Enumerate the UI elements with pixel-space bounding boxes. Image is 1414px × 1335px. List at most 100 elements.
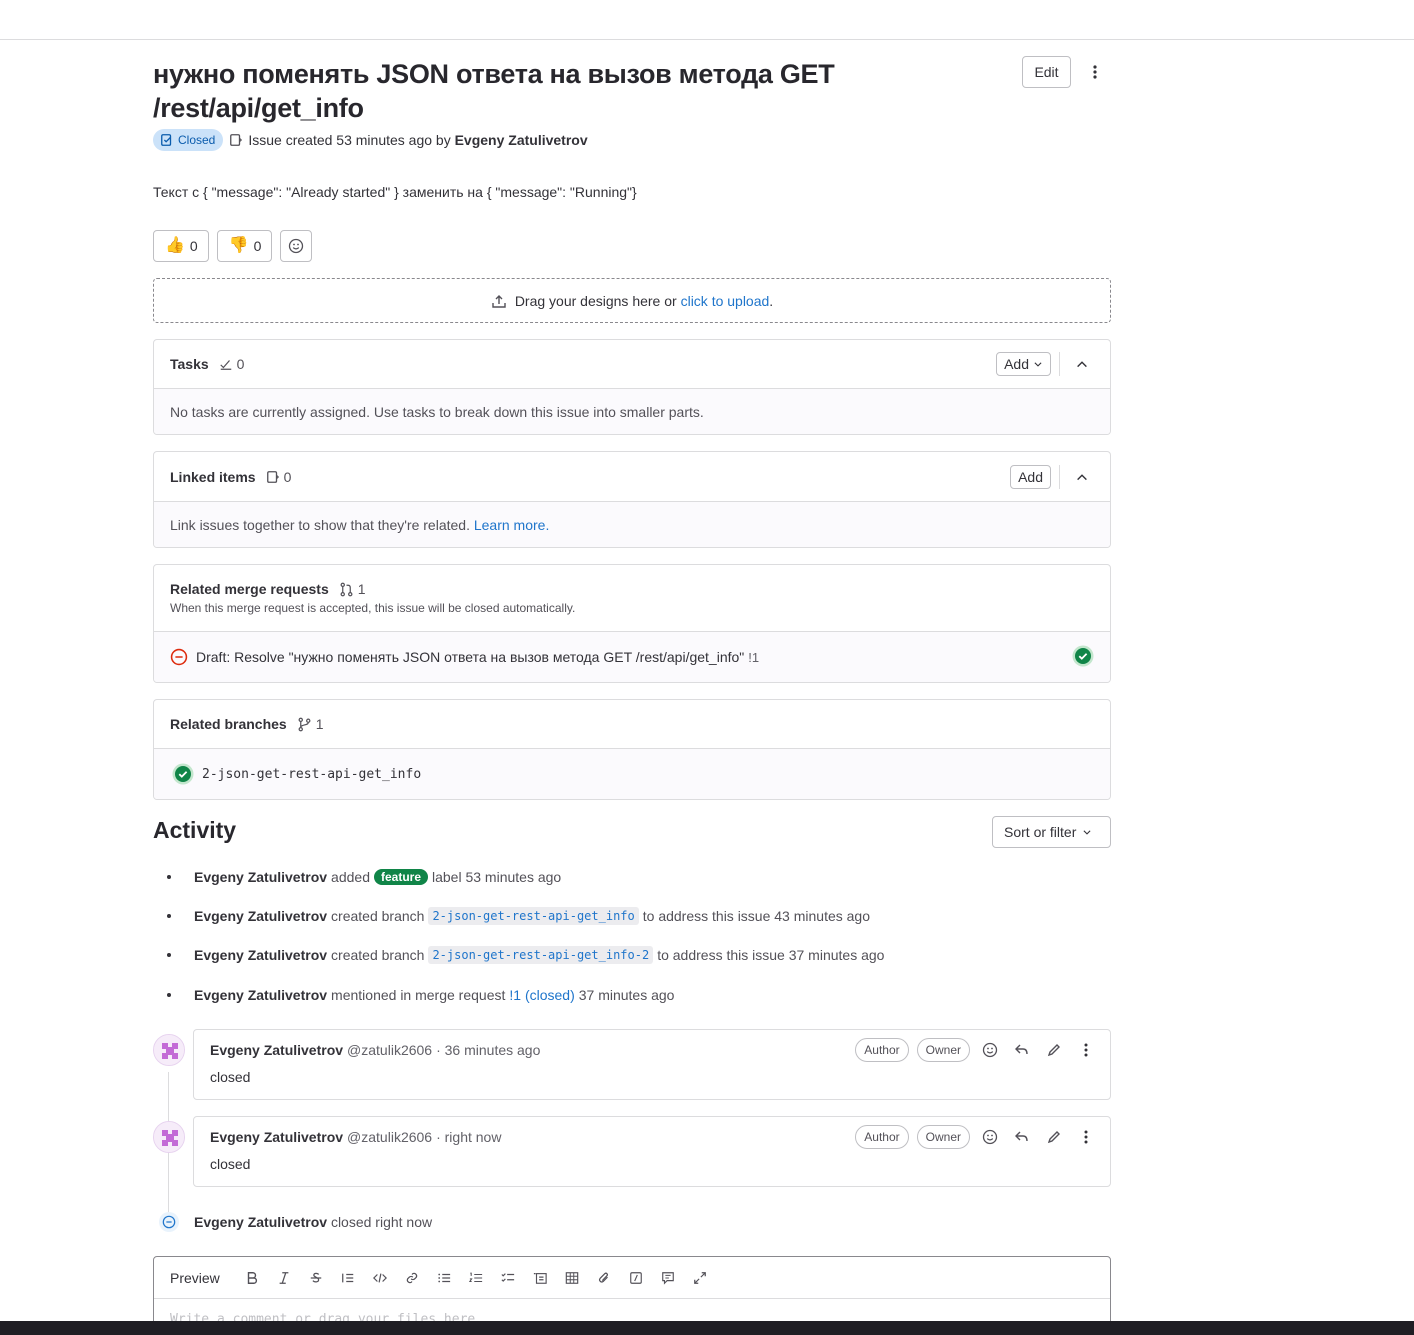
- quick-action-icon[interactable]: [620, 1262, 652, 1294]
- linked-add-button[interactable]: Add: [1010, 464, 1051, 489]
- related-mr-item[interactable]: Draft: Resolve "нужно поменять JSON отве…: [154, 632, 1110, 682]
- add-reaction-icon[interactable]: [978, 1038, 1002, 1062]
- bullet-list-icon[interactable]: [428, 1262, 460, 1294]
- avatar[interactable]: [153, 1121, 185, 1153]
- bold-icon[interactable]: [236, 1262, 268, 1294]
- thumbs-down-count: 0: [253, 238, 262, 254]
- feature-label[interactable]: feature: [373, 869, 428, 885]
- comment-note: Evgeny Zatulivetrov @zatulik2606 · 36 mi…: [193, 1029, 1111, 1100]
- tasks-collapse-button[interactable]: [1070, 352, 1094, 376]
- linked-items-header: Linked items 0 Add: [154, 452, 1110, 502]
- learn-more-link[interactable]: Learn more.: [474, 517, 549, 533]
- activity-title: Activity: [153, 817, 237, 843]
- numbered-list-icon[interactable]: [460, 1262, 492, 1294]
- note-handle[interactable]: @zatulik2606: [347, 1129, 432, 1145]
- thumbs-down-button[interactable]: 👎 0: [216, 230, 273, 262]
- task-done-icon: [219, 360, 231, 370]
- issue-title: нужно поменять JSON ответа на вызов мето…: [153, 59, 835, 123]
- mr-closed-icon: [170, 648, 188, 666]
- system-note-author[interactable]: Evgeny Zatulivetrov: [194, 947, 327, 963]
- system-note-author[interactable]: Evgeny Zatulivetrov: [194, 987, 327, 1003]
- thumbs-up-count: 0: [189, 238, 198, 254]
- related-branch-item[interactable]: 2-json-get-rest-api-get_info: [154, 749, 1110, 799]
- design-upload-dropzone[interactable]: Drag your designs here or click to uploa…: [153, 278, 1111, 323]
- preview-tab[interactable]: Preview: [162, 1270, 228, 1286]
- note-actions: Author Owner: [855, 1125, 1098, 1149]
- avatar[interactable]: [153, 1034, 185, 1066]
- system-note-author[interactable]: Evgeny Zatulivetrov: [194, 908, 327, 924]
- linked-items-card: Linked items 0 Add Link issues together …: [153, 451, 1111, 548]
- collapsible-section-icon[interactable]: [524, 1262, 556, 1294]
- edit-pencil-icon[interactable]: [1042, 1125, 1066, 1149]
- branch-name[interactable]: 2-json-get-rest-api-get_info: [202, 767, 421, 782]
- note-header: Evgeny Zatulivetrov @zatulik2606 · right…: [210, 1129, 501, 1145]
- comment-template-icon[interactable]: [652, 1262, 684, 1294]
- system-note-author[interactable]: Evgeny Zatulivetrov: [194, 869, 327, 885]
- tasks-add-button[interactable]: Add: [996, 352, 1051, 376]
- note-body: closed: [210, 1069, 251, 1085]
- related-branches-header: Related branches 1: [154, 700, 1110, 749]
- pipeline-success-icon[interactable]: [1072, 645, 1094, 670]
- more-actions-icon[interactable]: [1079, 56, 1111, 88]
- merge-request-link[interactable]: !1 (closed): [509, 987, 574, 1003]
- fullscreen-icon[interactable]: [684, 1262, 716, 1294]
- linked-items-count: 0: [266, 469, 291, 485]
- linked-items-help: Link issues together to show that they'r…: [154, 502, 1110, 547]
- italic-icon[interactable]: [268, 1262, 300, 1294]
- related-mrs-subtitle: When this merge request is accepted, thi…: [170, 601, 576, 615]
- sort-or-filter-dropdown[interactable]: Sort or filter: [992, 816, 1111, 848]
- chevron-up-icon: [1077, 473, 1087, 480]
- status-label: Closed: [178, 133, 216, 147]
- tasks-card-header: Tasks 0 Add: [154, 340, 1110, 389]
- quote-icon[interactable]: [332, 1262, 364, 1294]
- table-icon[interactable]: [556, 1262, 588, 1294]
- reply-icon[interactable]: [1010, 1038, 1034, 1062]
- edit-button[interactable]: Edit: [1022, 56, 1071, 88]
- more-actions-icon[interactable]: [1074, 1038, 1098, 1062]
- related-mr-title[interactable]: Draft: Resolve "нужно поменять JSON отве…: [196, 649, 744, 665]
- tasks-card: Tasks 0 Add No tasks are currently assig…: [153, 339, 1111, 435]
- tasks-empty-text: No tasks are currently assigned. Use tas…: [154, 389, 1110, 434]
- note-body: closed: [210, 1156, 251, 1172]
- branch-link[interactable]: 2-json-get-rest-api-get_info-2: [428, 946, 654, 964]
- link-icon[interactable]: [396, 1262, 428, 1294]
- tasks-count: 0: [219, 356, 244, 372]
- thumbs-up-button[interactable]: 👍 0: [153, 230, 209, 262]
- add-reaction-icon[interactable]: [978, 1125, 1002, 1149]
- comment-note: Evgeny Zatulivetrov @zatulik2606 · right…: [193, 1116, 1111, 1187]
- branch-link[interactable]: 2-json-get-rest-api-get_info: [428, 907, 639, 925]
- smiley-icon: [289, 238, 304, 254]
- related-mrs-count: 1: [339, 581, 366, 597]
- more-actions-icon[interactable]: [1074, 1125, 1098, 1149]
- thumbs-up-icon: 👍: [165, 237, 185, 254]
- branch-icon: [298, 717, 311, 731]
- task-list-icon[interactable]: [492, 1262, 524, 1294]
- linked-collapse-button[interactable]: [1070, 465, 1094, 489]
- note-author[interactable]: Evgeny Zatulivetrov: [210, 1129, 343, 1145]
- issue-meta: Closed Issue created 53 minutes ago by E…: [153, 129, 588, 151]
- note-time[interactable]: · right now: [436, 1129, 501, 1145]
- note-author[interactable]: Evgeny Zatulivetrov: [210, 1042, 343, 1058]
- reply-icon[interactable]: [1010, 1125, 1034, 1149]
- thumbs-down-icon: 👎: [228, 237, 249, 254]
- note-actions: Author Owner: [855, 1038, 1098, 1062]
- issue-closed-icon: [161, 134, 172, 146]
- related-mrs-title: Related merge requests: [170, 581, 329, 597]
- edit-pencil-icon[interactable]: [1042, 1038, 1066, 1062]
- pipeline-success-icon[interactable]: [172, 763, 194, 785]
- click-to-upload-link[interactable]: click to upload: [681, 293, 770, 309]
- tasks-title: Tasks: [170, 356, 209, 372]
- strikethrough-icon[interactable]: [300, 1262, 332, 1294]
- code-icon[interactable]: [364, 1262, 396, 1294]
- note-time[interactable]: · 36 minutes ago: [436, 1042, 540, 1058]
- related-mr-iid: !1: [748, 649, 760, 665]
- owner-badge: Owner: [916, 1038, 970, 1062]
- issue-closed-event-icon: [159, 1212, 179, 1232]
- issue-author-link[interactable]: Evgeny Zatulivetrov: [455, 132, 588, 148]
- system-note: Evgeny Zatulivetrov added feature label …: [153, 866, 1111, 888]
- system-note-author[interactable]: Evgeny Zatulivetrov: [194, 1214, 327, 1230]
- related-branches-title: Related branches: [170, 716, 287, 732]
- attach-file-icon[interactable]: [588, 1262, 620, 1294]
- add-reaction-button[interactable]: [280, 230, 313, 262]
- note-handle[interactable]: @zatulik2606: [347, 1042, 432, 1058]
